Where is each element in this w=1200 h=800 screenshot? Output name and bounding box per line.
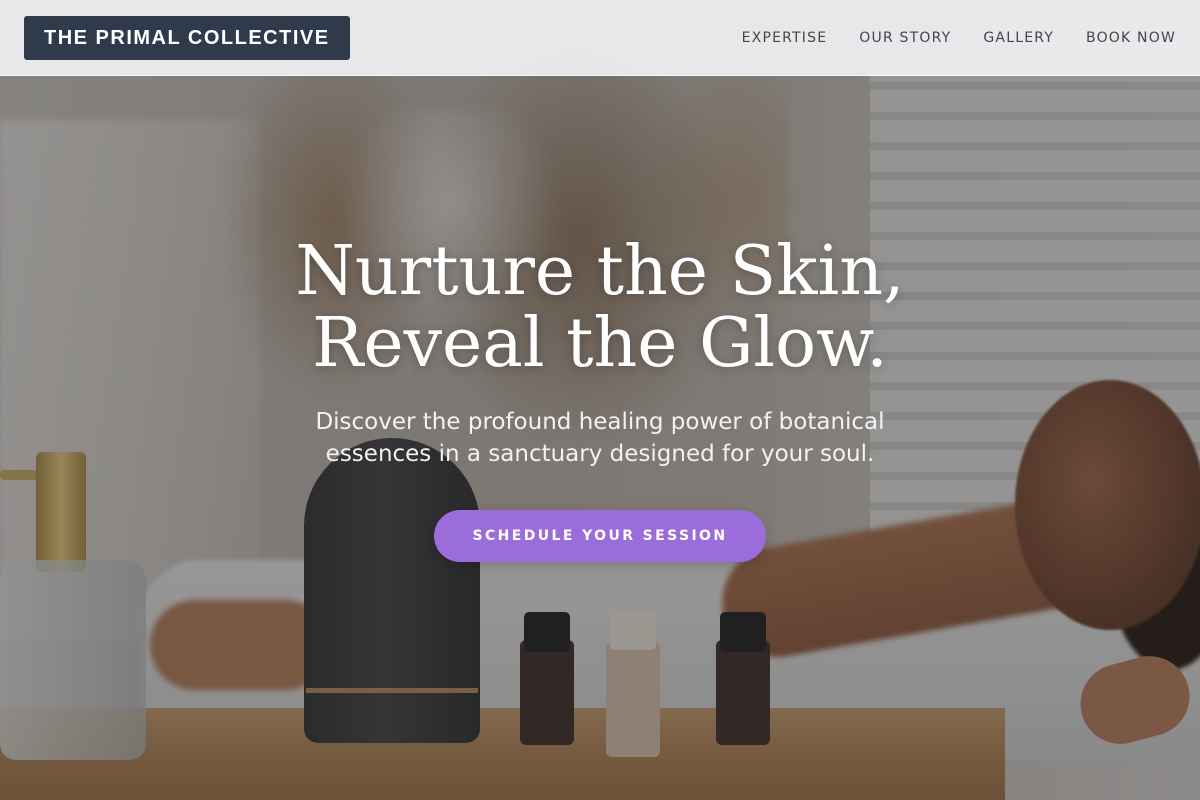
landing-page: THE PRIMAL COLLECTIVE EXPERTISE OUR STOR… [0,0,1200,800]
site-header: THE PRIMAL COLLECTIVE EXPERTISE OUR STOR… [0,0,1200,76]
brand-logo[interactable]: THE PRIMAL COLLECTIVE [24,15,350,60]
hero-headline: Nurture the Skin, Reveal the Glow. [0,236,1200,380]
nav-link-expertise[interactable]: EXPERTISE [742,30,828,46]
nav-link-book-now[interactable]: BOOK NOW [1086,30,1176,46]
main-nav: EXPERTISE OUR STORY GALLERY BOOK NOW [742,30,1176,46]
hero-section: Nurture the Skin, Reveal the Glow. Disco… [0,76,1200,800]
hero-subtext-line-1: Discover the profound healing power of b… [315,409,885,435]
hero-headline-line-2: Reveal the Glow. [312,304,888,383]
hero-subtext: Discover the profound healing power of b… [0,406,1200,470]
nav-link-gallery[interactable]: GALLERY [983,30,1054,46]
schedule-session-button[interactable]: SCHEDULE YOUR SESSION [434,510,766,562]
nav-link-our-story[interactable]: OUR STORY [859,30,951,46]
hero-subtext-line-2: essences in a sanctuary designed for you… [325,441,875,467]
hero-headline-line-1: Nurture the Skin, [295,232,905,311]
